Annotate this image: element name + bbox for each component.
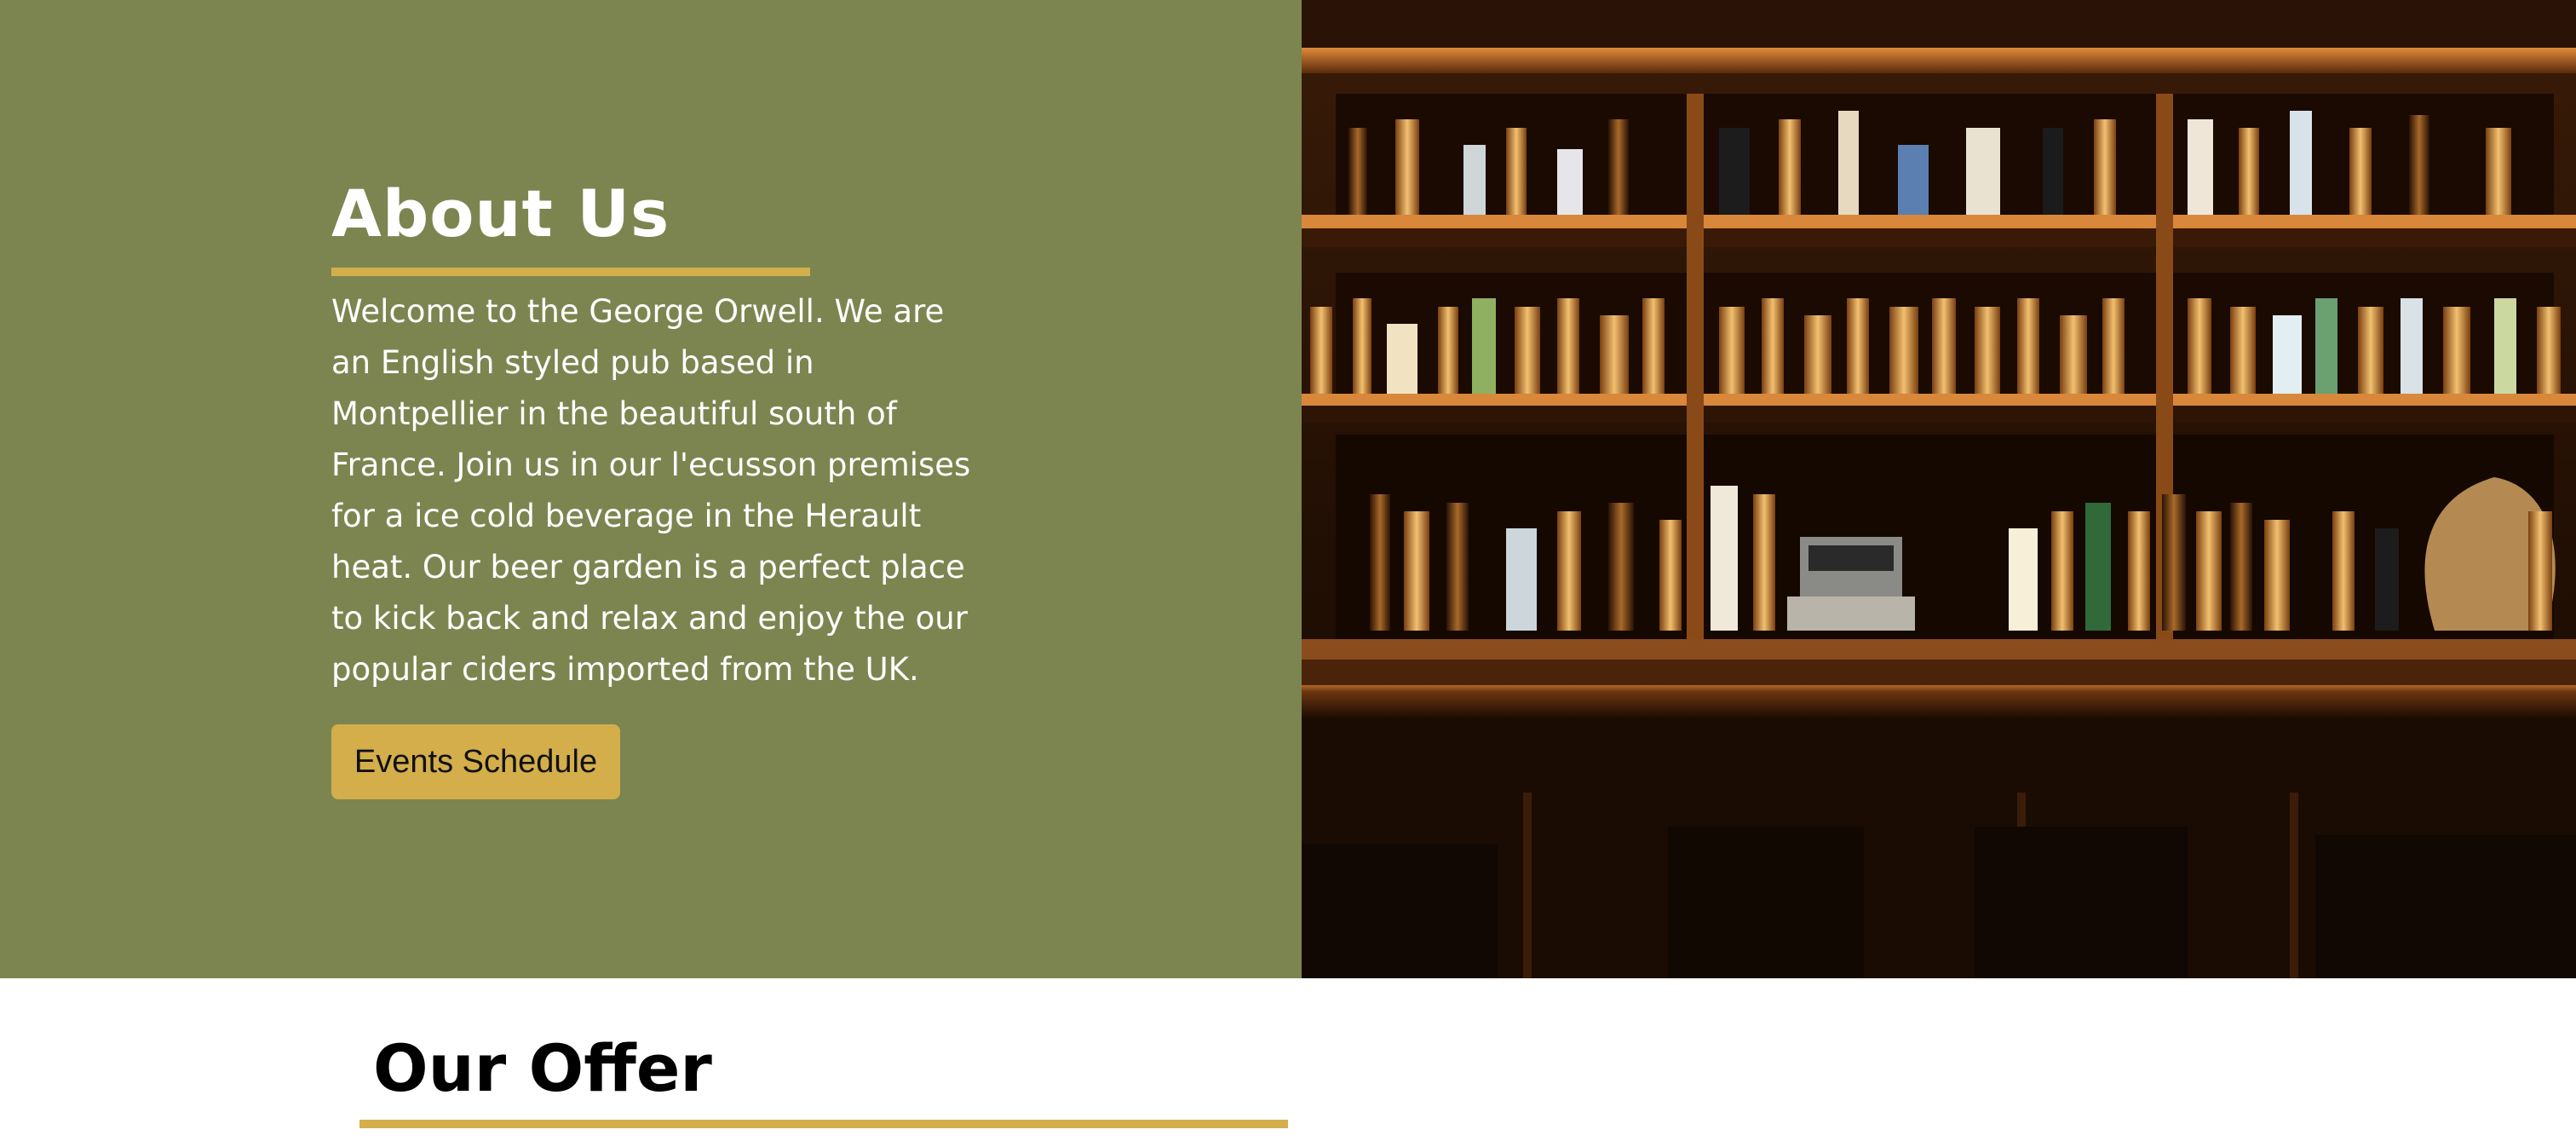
about-title-underline [331, 268, 810, 276]
offer-title: Our Offer [373, 1030, 712, 1106]
offer-title-underline [359, 1120, 1288, 1128]
offer-section: Our Offer [0, 978, 2576, 1147]
about-description: Welcome to the George Orwell. We are an … [331, 293, 971, 688]
bar-photo [1302, 0, 2576, 978]
about-title: About Us [331, 176, 670, 251]
about-section: About Us Welcome to the George Orwell. W… [0, 0, 2576, 978]
events-schedule-button[interactable]: Events Schedule [331, 724, 620, 799]
about-panel: About Us Welcome to the George Orwell. W… [0, 0, 1302, 978]
